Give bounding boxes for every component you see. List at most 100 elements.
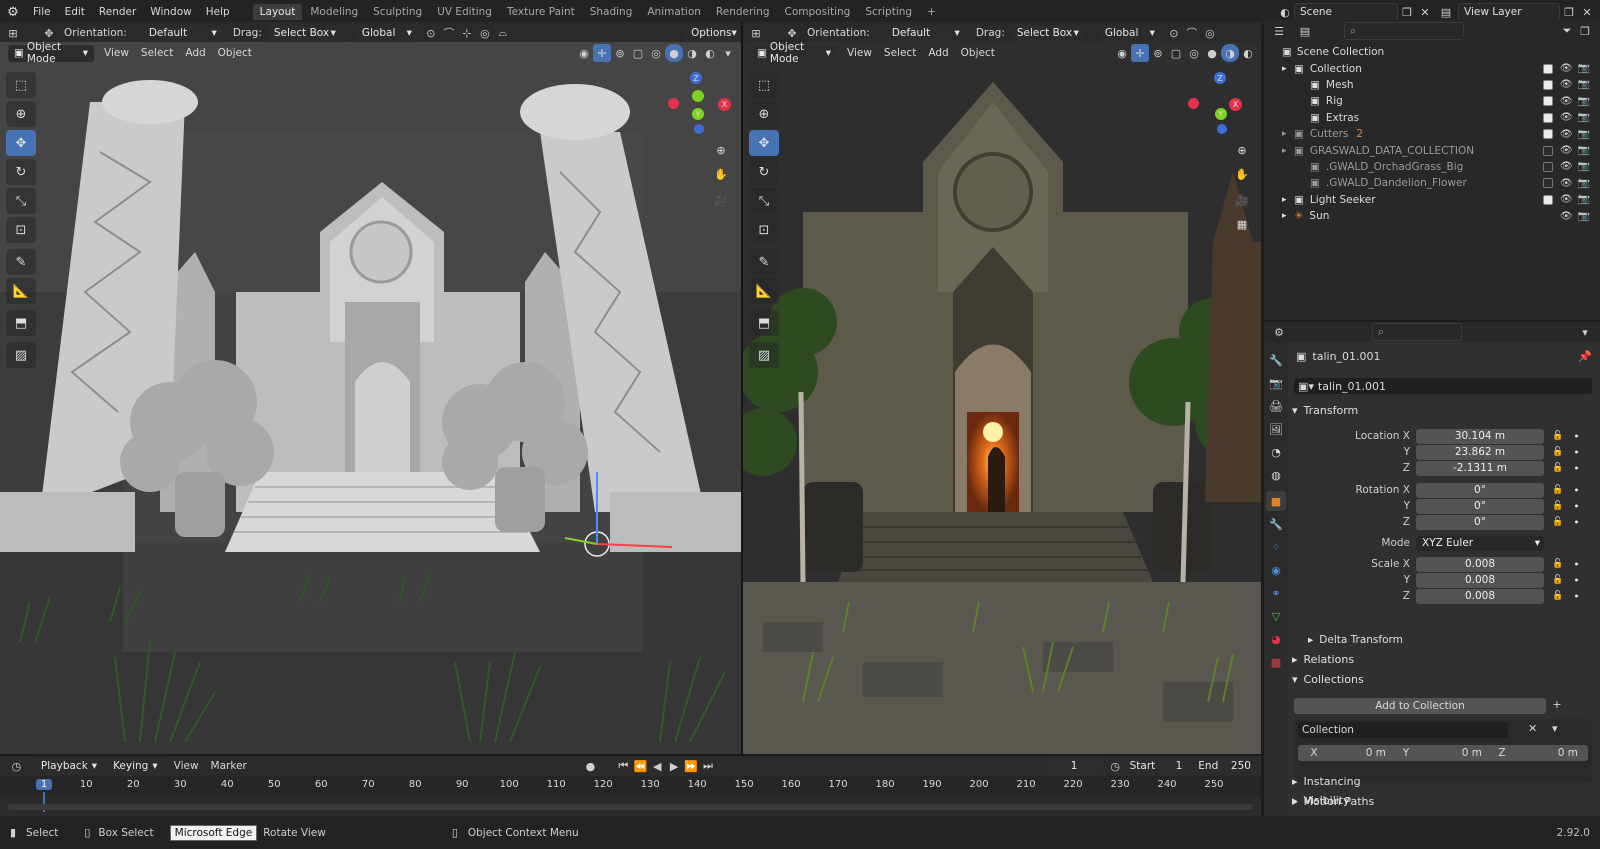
exclude-checkbox[interactable] bbox=[1542, 129, 1553, 140]
properties-search-input[interactable]: ⌕ bbox=[1372, 323, 1462, 341]
world-tab-icon[interactable]: ◍ bbox=[1266, 465, 1286, 485]
object-menu-right[interactable]: Object bbox=[955, 47, 1001, 59]
scale-x-field[interactable]: 0.008 bbox=[1416, 556, 1544, 572]
rotation-mode-field[interactable]: XYZ Euler ▾ bbox=[1416, 535, 1544, 551]
gizmo-toggle-icon[interactable]: ✛ bbox=[593, 44, 611, 62]
keyframe-dot-icon[interactable]: • bbox=[1573, 558, 1580, 571]
render-camera-icon[interactable]: 📷 bbox=[1578, 112, 1590, 123]
add-collection-icon[interactable]: + bbox=[1550, 698, 1564, 714]
axis-neg-z-icon[interactable] bbox=[694, 124, 704, 134]
overlay-icon[interactable]: ⊚ bbox=[611, 44, 629, 62]
eye-icon[interactable]: 👁 bbox=[1560, 145, 1573, 156]
keyframe-dot-icon[interactable]: • bbox=[1573, 574, 1580, 587]
marker-menu[interactable]: Marker bbox=[205, 760, 253, 772]
cursor-tool-icon-right[interactable]: ⊕ bbox=[749, 101, 779, 127]
object-menu[interactable]: Object bbox=[212, 47, 258, 59]
lock-icon[interactable]: 🔓 bbox=[1552, 575, 1563, 585]
material-shading-icon-right[interactable]: ◑ bbox=[1221, 44, 1239, 62]
collections-section[interactable]: ▾ Collections bbox=[1292, 673, 1364, 686]
location-y-field[interactable]: 23.862 m bbox=[1416, 444, 1544, 460]
axis-neg-y-icon[interactable] bbox=[692, 90, 704, 102]
scale-y-field[interactable]: 0.008 bbox=[1416, 572, 1544, 588]
jump-end-icon[interactable]: ⏭ bbox=[700, 757, 717, 775]
eye-icon[interactable]: 👁 bbox=[1560, 112, 1573, 123]
overlay-icon-right[interactable]: ⊚ bbox=[1149, 44, 1167, 62]
delete-scene-icon[interactable]: ✕ bbox=[1416, 3, 1434, 21]
move-tool-icon-right[interactable]: ✥ bbox=[783, 24, 801, 42]
view-menu-right[interactable]: View bbox=[841, 47, 878, 59]
rotate-tool-icon[interactable]: ↻ bbox=[6, 159, 36, 185]
tab-compositing[interactable]: Compositing bbox=[778, 4, 858, 20]
select-tool-icon[interactable]: ⬚ bbox=[6, 72, 36, 98]
outliner-item[interactable]: ▸ ▣ Cutters 2 👁 📷 bbox=[1282, 126, 1600, 142]
axis-y-icon[interactable]: Y bbox=[692, 108, 704, 120]
add-workspace-button[interactable]: + bbox=[920, 4, 943, 20]
axis-x-icon[interactable]: X bbox=[718, 98, 731, 111]
tab-rendering[interactable]: Rendering bbox=[709, 4, 777, 20]
expand-arrow-icon[interactable]: ▸ bbox=[1282, 64, 1294, 74]
outliner-item[interactable]: ▸ ☀ Sun 👁 📷 bbox=[1282, 208, 1600, 224]
view-menu[interactable]: View bbox=[98, 47, 135, 59]
location-x-field[interactable]: 30.104 m bbox=[1416, 428, 1544, 444]
material-tab-icon[interactable]: ◕ bbox=[1266, 629, 1286, 649]
scene-field[interactable]: Scene bbox=[1294, 3, 1398, 21]
camera-icon-right[interactable]: 🎥 bbox=[1232, 190, 1252, 210]
exclude-checkbox[interactable] bbox=[1542, 79, 1553, 90]
keyframe-dot-icon[interactable]: • bbox=[1573, 590, 1580, 603]
tab-texture-paint[interactable]: Texture Paint bbox=[500, 4, 582, 20]
falloff-icon[interactable]: ⌓ bbox=[494, 24, 512, 42]
render-camera-icon[interactable]: 📷 bbox=[1578, 79, 1590, 90]
exclude-checkbox[interactable] bbox=[1542, 178, 1553, 189]
collection-name-field[interactable]: Collection bbox=[1298, 722, 1508, 738]
view-layer-icon[interactable]: ▤ bbox=[1434, 3, 1458, 21]
expand-arrow-icon[interactable]: ▸ bbox=[1282, 129, 1294, 139]
camera-view-tool-icon-right[interactable]: ▨ bbox=[749, 342, 779, 368]
rotation-z-field[interactable]: 0° bbox=[1416, 514, 1544, 530]
solid-shading-icon-right[interactable]: ● bbox=[1203, 44, 1221, 62]
outliner-item[interactable]: ▣ .GWALD_OrchadGrass_Big 👁 📷 bbox=[1282, 159, 1600, 175]
object-tab-icon[interactable]: ■ bbox=[1266, 491, 1286, 511]
record-icon[interactable]: ● bbox=[582, 757, 599, 775]
eye-icon[interactable]: 👁 bbox=[1560, 161, 1573, 172]
next-keyframe-icon[interactable]: ⏩ bbox=[683, 757, 700, 775]
particles-tab-icon[interactable]: ⁘ bbox=[1266, 537, 1286, 557]
outliner-scene-collection[interactable]: ▣ Scene Collection bbox=[1282, 44, 1600, 60]
timeline-view-menu[interactable]: View bbox=[168, 760, 205, 772]
texture-tab-icon[interactable]: ▩ bbox=[1266, 652, 1286, 672]
proportional-edit-icon-right[interactable]: ◎ bbox=[1201, 24, 1219, 42]
physics-tab-icon[interactable]: ◉ bbox=[1266, 560, 1286, 580]
lock-icon[interactable]: 🔓 bbox=[1552, 447, 1563, 457]
viewport-rendered[interactable]: ▣ Object Mode ▾ View Select Add Object ◉ ✛… bbox=[743, 42, 1261, 754]
eye-icon[interactable]: 👁 bbox=[1560, 211, 1573, 222]
tab-scripting[interactable]: Scripting bbox=[858, 4, 919, 20]
timeline-ruler[interactable]: 1 10 20 30 40 50 60 70 80 90 100 110 120 130 140 150 160… bbox=[0, 776, 1261, 812]
view-layer-tab-icon[interactable]: 🖼 bbox=[1266, 419, 1286, 439]
constraints-tab-icon[interactable]: ⚭ bbox=[1266, 583, 1286, 603]
select-menu[interactable]: Select bbox=[135, 47, 179, 59]
new-collection-icon[interactable]: ❐ bbox=[1576, 22, 1594, 40]
tab-modeling[interactable]: Modeling bbox=[303, 4, 365, 20]
proportional-edit-icon[interactable]: ◎ bbox=[476, 24, 494, 42]
render-tab-icon[interactable]: 📷 bbox=[1266, 373, 1286, 393]
relations-section[interactable]: ▸ Relations bbox=[1292, 653, 1354, 666]
measure-tool-icon[interactable]: 📐 bbox=[6, 278, 36, 304]
instancing-section[interactable]: ▸ Instancing bbox=[1292, 775, 1361, 788]
zoom-icon-right[interactable]: ⊕ bbox=[1232, 140, 1252, 160]
select-tool-icon-right[interactable]: ⬚ bbox=[749, 72, 779, 98]
axis-y-icon-right[interactable]: Y bbox=[1215, 108, 1227, 120]
move-tool-icon[interactable]: ✥ bbox=[40, 24, 58, 42]
visibility-section[interactable]: ▸ Visibility bbox=[1292, 794, 1350, 807]
delta-transform-section[interactable]: ▸ Delta Transform bbox=[1308, 634, 1403, 646]
render-camera-icon[interactable]: 📷 bbox=[1578, 178, 1590, 189]
object-mode-dropdown[interactable]: ▣ Object Mode ▾ bbox=[8, 42, 94, 65]
keyframe-dot-icon[interactable]: • bbox=[1573, 446, 1580, 459]
cursor-tool-icon[interactable]: ⊕ bbox=[6, 101, 36, 127]
eye-icon[interactable]: 👁 bbox=[1560, 194, 1573, 205]
exclude-checkbox[interactable] bbox=[1542, 112, 1553, 123]
visibility-icon[interactable]: ◉ bbox=[575, 44, 593, 62]
rendered-shading-icon-right[interactable]: ◐ bbox=[1239, 44, 1257, 62]
axis-neg-z-icon-right[interactable] bbox=[1217, 124, 1227, 134]
snap-target-icon[interactable]: ⊹ bbox=[458, 24, 476, 42]
add-cube-tool-icon-right[interactable]: ⬒ bbox=[749, 310, 779, 336]
shading-options-icon[interactable]: ▾ bbox=[719, 44, 737, 62]
